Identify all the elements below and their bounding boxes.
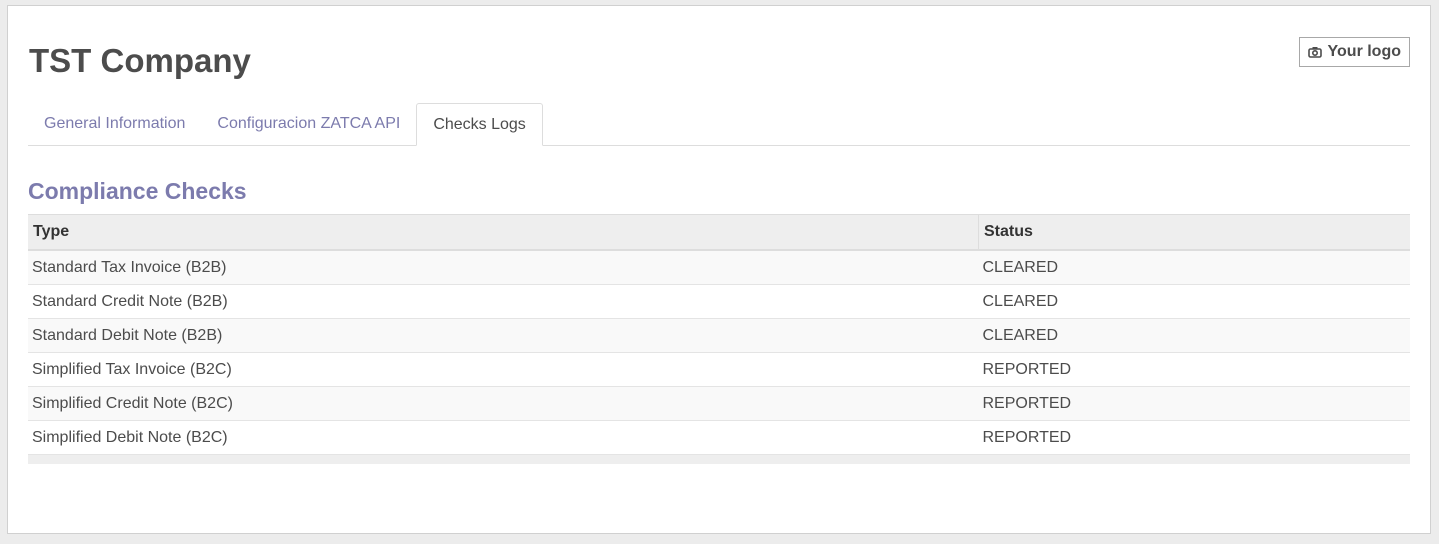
cell-status: CLEARED — [978, 250, 1410, 285]
table-footer — [28, 455, 1410, 464]
table-row[interactable]: Simplified Debit Note (B2C) REPORTED — [28, 420, 1410, 455]
tab-general-information[interactable]: General Information — [28, 103, 201, 145]
column-header-status[interactable]: Status — [978, 214, 1410, 251]
table-row[interactable]: Standard Debit Note (B2B) CLEARED — [28, 318, 1410, 353]
cell-status: CLEARED — [978, 318, 1410, 353]
cell-type: Simplified Credit Note (B2C) — [28, 386, 979, 421]
cell-status: REPORTED — [978, 352, 1410, 387]
cell-type: Standard Debit Note (B2B) — [28, 318, 979, 353]
cell-type: Standard Credit Note (B2B) — [28, 284, 979, 319]
table-row[interactable]: Simplified Tax Invoice (B2C) REPORTED — [28, 352, 1410, 387]
column-header-type[interactable]: Type — [28, 214, 979, 251]
compliance-checks-title: Compliance Checks — [28, 178, 247, 204]
cell-status: REPORTED — [978, 386, 1410, 421]
upload-logo-button[interactable]: Your logo — [1298, 37, 1410, 67]
form-sheet: TST Company Your logo General Informatio… — [7, 5, 1431, 534]
company-name-title: TST Company — [29, 42, 251, 79]
table-header-row: Type Status — [28, 214, 1410, 251]
table-row[interactable]: Standard Credit Note (B2B) CLEARED — [28, 284, 1410, 319]
compliance-checks-table: Type Status Standard Tax Invoice (B2B) C… — [28, 214, 1410, 464]
form-tabs: General Information Configuracion ZATCA … — [28, 103, 1410, 146]
cell-status: CLEARED — [978, 284, 1410, 319]
cell-type: Simplified Debit Note (B2C) — [28, 420, 979, 455]
tab-configuracion-zatca-api[interactable]: Configuracion ZATCA API — [201, 103, 416, 145]
table-row[interactable]: Standard Tax Invoice (B2B) CLEARED — [28, 250, 1410, 285]
cell-type: Simplified Tax Invoice (B2C) — [28, 352, 979, 387]
cell-type: Standard Tax Invoice (B2B) — [28, 250, 979, 285]
cell-status: REPORTED — [978, 420, 1410, 455]
tab-checks-logs[interactable]: Checks Logs — [416, 103, 543, 146]
table-row[interactable]: Simplified Credit Note (B2C) REPORTED — [28, 386, 1410, 421]
upload-logo-label: Your logo — [1327, 43, 1401, 60]
camera-icon — [1307, 46, 1322, 58]
